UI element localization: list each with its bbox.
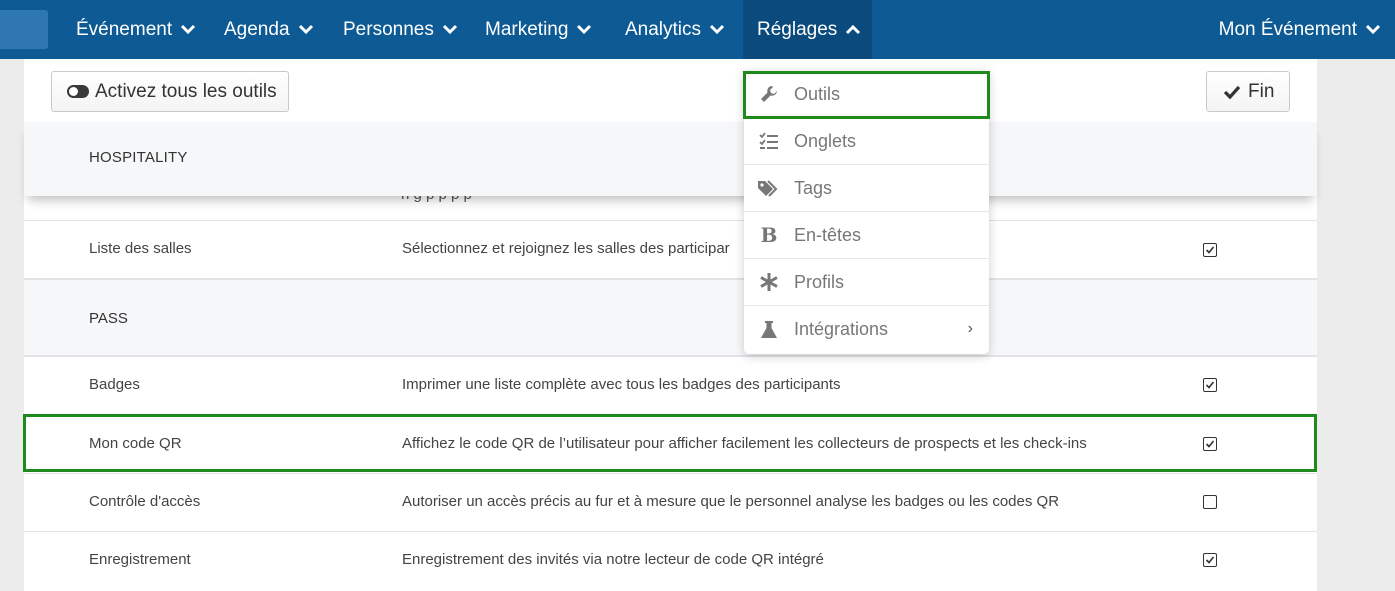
nav-item-label: Marketing [485, 18, 569, 40]
checkmark-icon [1223, 85, 1241, 99]
menu-item-profils[interactable]: Profils [744, 259, 989, 306]
tool-enabled-checkbox[interactable] [1203, 553, 1217, 567]
menu-item-tags[interactable]: Tags [744, 165, 989, 212]
checklist-icon [744, 132, 794, 150]
asterisk-icon [744, 272, 794, 292]
menu-item-en-tetes[interactable]: B En-têtes [744, 212, 989, 259]
done-button[interactable]: Fin [1206, 71, 1290, 112]
toggle-icon [67, 85, 89, 98]
table-row: Mon code QR Affichez le code QR de l’uti… [24, 415, 1317, 473]
menu-item-label: Profils [794, 271, 845, 292]
nav-item-agenda[interactable]: Agenda [224, 0, 314, 59]
section-title: PASS [89, 310, 128, 327]
chevron-down-icon [298, 24, 314, 35]
table-row: Enregistrement Enregistrement des invité… [24, 531, 1317, 591]
row-description: n g p p p p [401, 196, 472, 203]
tool-name: Contrôle d'accès [89, 493, 201, 510]
menu-item-label: Intégrations [794, 319, 889, 339]
flask-icon [744, 320, 794, 340]
tool-name: Liste des salles [89, 240, 192, 257]
section-header-pass: PASS [24, 278, 1317, 357]
nav-item-label: Événement [76, 18, 173, 40]
nav-item-personnes[interactable]: Personnes [343, 0, 458, 59]
nav-item-label: Agenda [224, 18, 290, 40]
tools-panel: Activez tous les outils Fin HOSPITALITY … [24, 59, 1317, 591]
tool-enabled-checkbox[interactable] [1203, 243, 1217, 257]
done-label: Fin [1248, 80, 1275, 102]
panel-toolbar: Activez tous les outils Fin [24, 59, 1317, 122]
nav-item-analytics[interactable]: Analytics [625, 0, 725, 59]
menu-item-integrations[interactable]: Intégrations › [744, 306, 989, 353]
nav-item-evenement[interactable]: Événement [76, 0, 196, 59]
chevron-down-icon [576, 24, 592, 35]
nav-item-label: Personnes [343, 18, 434, 40]
chevron-down-icon [709, 24, 725, 35]
table-row: Badges Imprimer une liste complète avec … [24, 357, 1317, 415]
tool-name: Badges [89, 376, 140, 393]
tool-enabled-checkbox[interactable] [1203, 378, 1217, 392]
top-navigation-bar: Événement Agenda Personnes Marketing Ana… [0, 0, 1395, 59]
page-background-right [1317, 59, 1395, 591]
menu-item-label: Tags [794, 177, 833, 198]
table-row: Liste des salles Sélectionnez et rejoign… [24, 220, 1317, 278]
menu-item-onglets[interactable]: Onglets [744, 118, 989, 165]
menu-item-label: En-têtes [794, 224, 862, 245]
nav-item-label: Réglages [757, 18, 838, 40]
reglages-dropdown-menu: Outils Onglets Tags B En-têtes Profils I… [744, 71, 989, 354]
event-selector[interactable]: Mon Événement [1219, 0, 1381, 59]
tags-icon [744, 179, 794, 197]
tool-description: Affichez le code QR de l’utilisateur pou… [402, 435, 1087, 452]
tool-description: Sélectionnez et rejoignez les salles des… [402, 240, 730, 257]
tool-description: Autoriser un accès précis au fur et à me… [402, 493, 1060, 510]
activate-all-tools-label: Activez tous les outils [95, 80, 277, 102]
chevron-up-icon [845, 24, 861, 35]
chevron-down-icon [442, 24, 458, 35]
tool-name: Enregistrement [89, 551, 191, 568]
section-header-hospitality: HOSPITALITY [24, 122, 1317, 196]
menu-item-label: Onglets [794, 130, 857, 151]
chevron-down-icon [180, 24, 196, 35]
menu-item-label: Outils [794, 83, 841, 104]
tool-enabled-checkbox[interactable] [1203, 495, 1217, 509]
tool-description: Imprimer une liste complète avec tous le… [402, 376, 841, 393]
app-logo[interactable] [0, 10, 48, 49]
tool-name: Mon code QR [89, 435, 182, 452]
menu-item-outils[interactable]: Outils [744, 71, 989, 118]
nav-item-marketing[interactable]: Marketing [485, 0, 592, 59]
table-row: Contrôle d'accès Autoriser un accès préc… [24, 473, 1317, 531]
partially-hidden-row: n g p p p p [24, 196, 1317, 220]
tool-enabled-checkbox[interactable] [1203, 437, 1217, 451]
section-title: HOSPITALITY [89, 149, 188, 166]
event-selector-label: Mon Événement [1218, 18, 1357, 40]
chevron-right-icon: › [967, 320, 973, 337]
nav-item-label: Analytics [625, 18, 702, 40]
chevron-down-icon [1365, 24, 1381, 35]
wrench-icon [744, 84, 794, 104]
activate-all-tools-button[interactable]: Activez tous les outils [51, 71, 289, 112]
tool-description: Enregistrement des invités via notre lec… [402, 551, 824, 568]
nav-item-reglages[interactable]: Réglages [743, 0, 872, 59]
bold-icon: B [760, 223, 778, 247]
